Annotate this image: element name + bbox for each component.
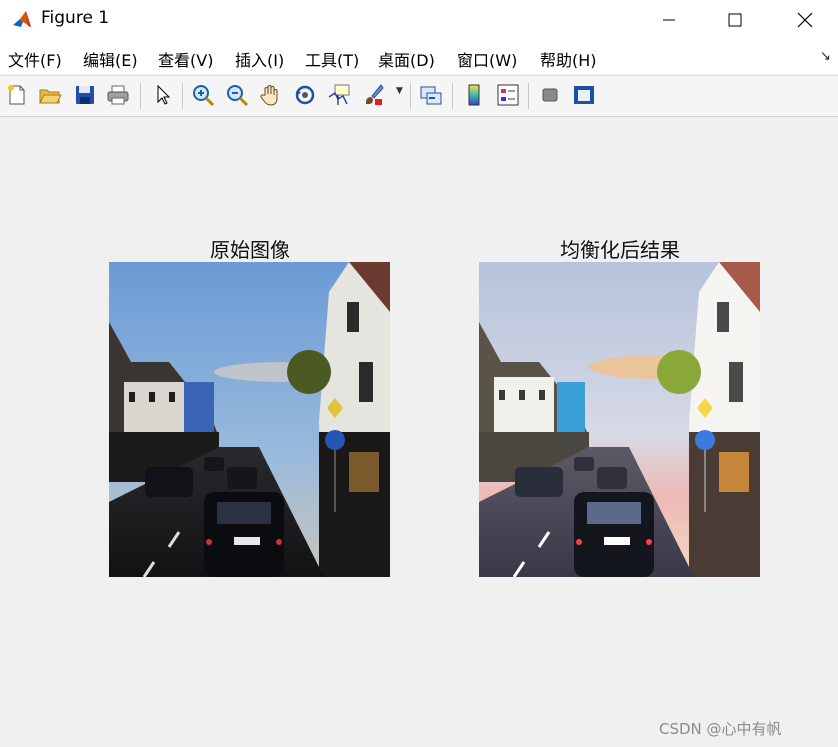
open-file-button[interactable]	[36, 81, 64, 109]
dock-arrow-icon[interactable]: ↘	[820, 49, 831, 64]
toolbar-separator	[140, 83, 141, 109]
print-icon	[107, 85, 129, 105]
rotate-3d-icon	[295, 85, 315, 105]
legend-icon	[497, 84, 519, 106]
show-plot-tools-button[interactable]	[570, 81, 598, 109]
zoom-out-button[interactable]	[223, 81, 251, 109]
menu-window[interactable]: 窗口(W)	[457, 47, 517, 71]
title-bar: Figure 1	[0, 0, 838, 40]
brush-button[interactable]	[359, 81, 387, 109]
menu-file[interactable]: 文件(F)	[8, 47, 62, 71]
close-button[interactable]	[774, 0, 836, 40]
matlab-logo-icon	[11, 9, 33, 31]
pan-button[interactable]	[257, 81, 285, 109]
equalized-image	[479, 262, 760, 577]
menu-edit[interactable]: 编辑(E)	[83, 47, 138, 71]
colorbar-button[interactable]	[460, 81, 488, 109]
axes-title-original: 原始图像	[210, 238, 290, 262]
data-cursor-button[interactable]	[325, 81, 353, 109]
zoom-in-icon	[193, 85, 215, 107]
toolbar-separator	[528, 83, 529, 109]
close-icon	[797, 12, 813, 28]
window-title: Figure 1	[41, 8, 110, 28]
pan-hand-icon	[260, 85, 278, 106]
data-cursor-icon	[328, 84, 350, 105]
minimize-button[interactable]	[638, 0, 700, 40]
hide-plot-tools-icon	[542, 88, 558, 102]
edit-plot-arrow-icon	[157, 84, 171, 105]
brush-icon	[366, 84, 384, 105]
menu-view[interactable]: 查看(V)	[158, 47, 213, 71]
rotate-3d-button[interactable]	[291, 81, 319, 109]
menu-help[interactable]: 帮助(H)	[540, 47, 597, 71]
link-plot-icon	[420, 86, 442, 105]
link-plot-button[interactable]	[417, 81, 445, 109]
save-icon	[76, 86, 94, 104]
zoom-in-button[interactable]	[189, 81, 217, 109]
legend-button[interactable]	[494, 81, 522, 109]
menu-insert[interactable]: 插入(I)	[235, 47, 284, 71]
colorbar-icon	[468, 84, 480, 106]
toolbar-separator	[452, 83, 453, 109]
menu-desktop[interactable]: 桌面(D)	[378, 47, 435, 71]
open-file-icon	[39, 89, 62, 104]
menu-tools[interactable]: 工具(T)	[305, 47, 359, 71]
watermark-text: CSDN @心中有帆	[659, 720, 782, 738]
maximize-icon	[728, 13, 742, 27]
original-image	[109, 262, 390, 577]
show-plot-tools-icon	[574, 86, 594, 104]
toolbar-separator	[182, 83, 183, 109]
save-button[interactable]	[71, 81, 99, 109]
figure-toolbar: ▼	[0, 75, 838, 117]
zoom-out-icon	[227, 85, 249, 107]
print-button[interactable]	[104, 81, 132, 109]
minimize-icon	[663, 19, 675, 21]
hide-plot-tools-button[interactable]	[536, 81, 564, 109]
new-figure-button[interactable]	[3, 81, 31, 109]
menu-bar: 文件(F) 编辑(E) 查看(V) 插入(I) 工具(T) 桌面(D) 窗口(W…	[0, 40, 838, 74]
brush-dropdown-icon[interactable]: ▼	[396, 86, 403, 96]
toolbar-separator	[410, 83, 411, 109]
maximize-button[interactable]	[704, 0, 766, 40]
edit-plot-button[interactable]	[148, 81, 176, 109]
new-figure-icon	[8, 85, 25, 105]
axes-title-equalized: 均衡化后结果	[560, 238, 680, 262]
